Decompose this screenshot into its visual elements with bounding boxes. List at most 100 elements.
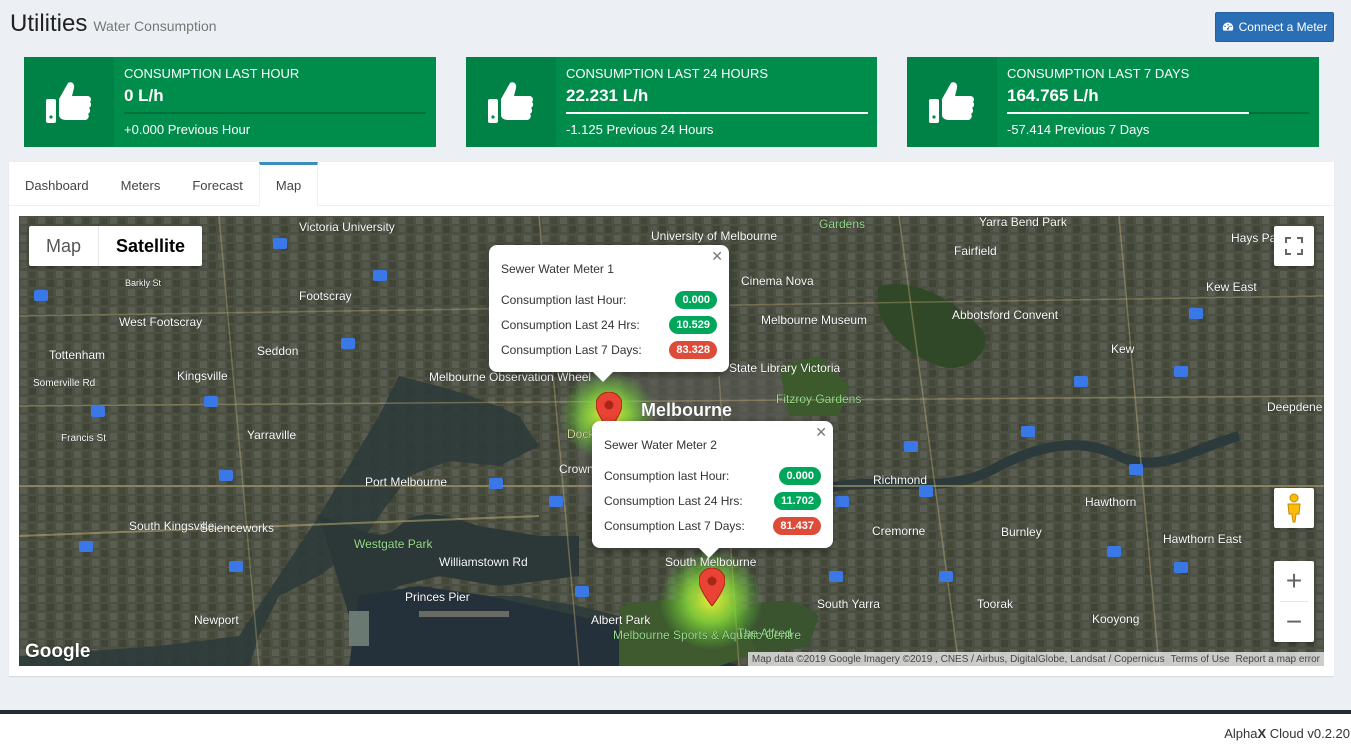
svg-text:State Library Victoria: State Library Victoria: [729, 361, 840, 375]
stat-box-24h: Consumption Last 24 Hours 22.231 L/h -1.…: [466, 57, 877, 147]
svg-text:South Yarra: South Yarra: [817, 597, 880, 611]
stat-progress: [566, 112, 868, 114]
stat-label: Consumption Last Hour: [124, 66, 300, 81]
value-badge: 0.000: [675, 290, 717, 309]
terms-of-use-link[interactable]: Terms of Use: [1171, 654, 1230, 665]
svg-text:Richmond: Richmond: [873, 473, 927, 487]
app-version: AlphaX Cloud v0.2.20: [1224, 726, 1350, 741]
svg-text:West Footscray: West Footscray: [119, 315, 202, 329]
svg-text:The Alfred: The Alfred: [737, 626, 792, 640]
dashboard-icon: [1222, 22, 1233, 31]
svg-text:Hawthorn East: Hawthorn East: [1163, 532, 1242, 546]
svg-text:Gardens: Gardens: [819, 217, 865, 231]
stat-value: 164.765 L/h: [1007, 86, 1099, 105]
stat-value: 22.231 L/h: [566, 86, 649, 105]
tab-meters[interactable]: Meters: [105, 162, 177, 206]
stat-progress: [124, 112, 426, 114]
svg-text:Burnley: Burnley: [1001, 525, 1042, 539]
stat-desc: +0.000 Previous Hour: [124, 122, 251, 137]
street-view-pegman-button[interactable]: [1274, 488, 1314, 528]
stat-box-hour: Consumption Last Hour 0 L/h +0.000 Previ…: [24, 57, 436, 147]
pegman-icon: [1287, 493, 1301, 523]
info-row: Consumption Last 24 Hrs: 11.702: [604, 488, 821, 513]
attribution-text: Map data ©2019 Google Imagery ©2019 , CN…: [751, 653, 1165, 665]
svg-text:Princes Pier: Princes Pier: [405, 590, 470, 604]
info-window-meter-2: ✕ Sewer Water Meter 2 Consumption last H…: [592, 421, 833, 558]
thumbs-up-icon: [466, 57, 556, 147]
stat-progress: [1007, 112, 1309, 114]
svg-text:Fitzroy Gardens: Fitzroy Gardens: [776, 392, 861, 406]
map-type-control: Map Satellite: [29, 226, 203, 266]
page-header: Utilities Water Consumption: [10, 10, 217, 42]
svg-text:Toorak: Toorak: [977, 597, 1014, 611]
svg-text:Williamstown Rd: Williamstown Rd: [439, 555, 528, 569]
svg-text:Crown: Crown: [559, 462, 594, 476]
map-type-map-button[interactable]: Map: [29, 226, 98, 266]
svg-text:Fairfield: Fairfield: [954, 244, 997, 258]
svg-text:Deepdene: Deepdene: [1267, 400, 1323, 414]
value-badge: 83.328: [669, 340, 717, 359]
svg-text:Barkly St: Barkly St: [125, 278, 162, 288]
svg-text:Newport: Newport: [194, 613, 239, 627]
tab-dashboard[interactable]: Dashboard: [9, 162, 105, 206]
svg-text:Cinema Nova: Cinema Nova: [741, 274, 814, 288]
stat-desc: -1.125 Previous 24 Hours: [566, 122, 714, 137]
svg-text:Port Melbourne: Port Melbourne: [365, 475, 447, 489]
svg-text:Abbotsford Convent: Abbotsford Convent: [952, 308, 1059, 322]
svg-text:Yarra Bend Park: Yarra Bend Park: [979, 216, 1068, 229]
value-badge: 81.437: [773, 516, 821, 535]
satellite-map[interactable]: Victoria University University of Melbou…: [19, 216, 1324, 666]
stat-desc: -57.414 Previous 7 Days: [1007, 122, 1150, 137]
thumbs-up-icon: [24, 57, 114, 147]
connect-meter-button[interactable]: Connect a Meter: [1215, 12, 1334, 42]
svg-text:Hawthorn: Hawthorn: [1085, 495, 1136, 509]
google-logo: Google: [25, 641, 91, 662]
value-badge: 0.000: [779, 466, 821, 485]
meter-name: Sewer Water Meter 2: [604, 438, 717, 452]
fullscreen-button[interactable]: [1274, 226, 1314, 266]
map-type-satellite-button[interactable]: Satellite: [98, 226, 202, 266]
svg-text:Francis St: Francis St: [61, 433, 106, 444]
zoom-out-button[interactable]: −: [1274, 602, 1314, 642]
tab-forecast[interactable]: Forecast: [176, 162, 259, 206]
meter-name: Sewer Water Meter 1: [501, 262, 614, 276]
info-window-meter-1: ✕ Sewer Water Meter 1 Consumption last H…: [489, 245, 729, 382]
page-subtitle: Water Consumption: [93, 18, 217, 34]
stat-value: 0 L/h: [124, 86, 164, 105]
tab-bar: Dashboard Meters Forecast Map: [9, 162, 1334, 206]
svg-text:Somerville Rd: Somerville Rd: [33, 378, 95, 389]
svg-text:Albert Park: Albert Park: [591, 613, 651, 627]
svg-text:Cremorne: Cremorne: [872, 524, 926, 538]
svg-text:Kingsville: Kingsville: [177, 369, 228, 383]
svg-text:Yarraville: Yarraville: [247, 428, 296, 442]
stat-label: Consumption Last 24 Hours: [566, 66, 769, 81]
connect-meter-label: Connect a Meter: [1238, 20, 1328, 34]
report-map-error-link[interactable]: Report a map error: [1236, 654, 1320, 665]
stat-label: Consumption Last 7 Days: [1007, 66, 1190, 81]
info-row: Consumption Last 7 Days: 81.437: [604, 513, 821, 538]
zoom-in-button[interactable]: +: [1274, 561, 1314, 601]
close-icon[interactable]: ✕: [815, 424, 827, 441]
stat-box-7d: Consumption Last 7 Days 164.765 L/h -57.…: [907, 57, 1319, 147]
page-footer: AlphaX Cloud v0.2.20: [0, 710, 1351, 744]
svg-text:Melbourne Museum: Melbourne Museum: [761, 313, 867, 327]
info-row: Consumption last Hour: 0.000: [604, 463, 821, 488]
svg-text:Kew East: Kew East: [1206, 280, 1257, 294]
svg-text:Kew: Kew: [1111, 342, 1135, 356]
thumbs-up-icon: [907, 57, 997, 147]
svg-text:Footscray: Footscray: [299, 289, 352, 303]
tab-map[interactable]: Map: [258, 162, 319, 206]
svg-text:Tottenham: Tottenham: [49, 348, 105, 362]
map-marker-meter-2[interactable]: [699, 568, 725, 606]
svg-text:Victoria University: Victoria University: [299, 220, 395, 234]
close-icon[interactable]: ✕: [711, 248, 723, 265]
page-title: Utilities: [10, 10, 88, 37]
svg-text:Seddon: Seddon: [257, 344, 298, 358]
fullscreen-icon: [1285, 237, 1303, 255]
svg-text:Westgate Park: Westgate Park: [354, 537, 433, 551]
value-badge: 10.529: [669, 315, 717, 334]
svg-text:Melbourne: Melbourne: [641, 400, 732, 420]
svg-text:Melbourne Observation Wheel: Melbourne Observation Wheel: [429, 370, 591, 384]
info-row: Consumption last Hour: 0.000: [501, 287, 717, 312]
info-row: Consumption Last 7 Days: 83.328: [501, 337, 717, 362]
